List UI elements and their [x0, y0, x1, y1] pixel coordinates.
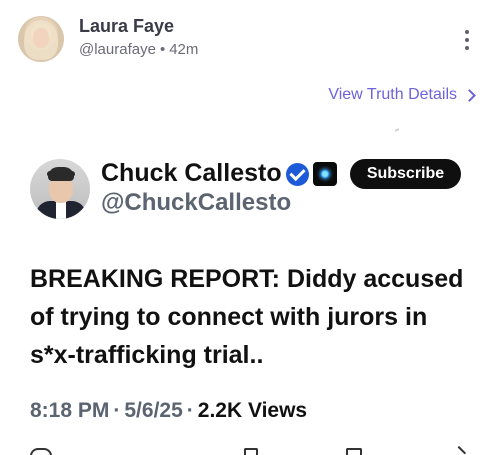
embed-avatar[interactable]: [30, 159, 90, 219]
author-avatar[interactable]: [18, 16, 64, 62]
verified-badge-icon: [286, 163, 309, 186]
avatar-glasses: [47, 171, 75, 177]
post-header: Laura Faye @laurafaye • 42m: [0, 0, 500, 80]
bookmark-icon[interactable]: [451, 445, 467, 455]
subscribe-button[interactable]: Subscribe: [350, 159, 461, 189]
action-bar: [0, 444, 500, 455]
post-date: 5/6/25: [124, 399, 183, 422]
divider-mark: [394, 128, 400, 132]
author-handle[interactable]: @laurafaye: [79, 41, 156, 58]
embed-author-name[interactable]: Chuck Callesto: [101, 159, 282, 188]
embed-author-handle[interactable]: @ChuckCallesto: [101, 189, 291, 217]
more-vertical-icon[interactable]: [458, 28, 476, 52]
reply-icon[interactable]: [30, 448, 52, 455]
post-meta: 8:18 PM · 5/6/25 · 2.2K Views: [30, 399, 307, 423]
author-meta: @laurafaye • 42m: [79, 41, 198, 58]
embedded-post[interactable]: Chuck Callesto Subscribe @ChuckCallesto …: [0, 145, 500, 455]
meta-separator: •: [159, 41, 166, 58]
share-icon[interactable]: [346, 448, 362, 455]
post-timestamp: 42m: [169, 41, 199, 58]
avatar-face: [33, 28, 49, 48]
chevron-right-icon: [463, 89, 476, 102]
view-count[interactable]: 2.2K Views: [198, 399, 307, 422]
ai-chip-icon: [313, 162, 337, 186]
repost-icon[interactable]: [244, 448, 258, 455]
details-link-label: View Truth Details: [328, 86, 457, 103]
post-headline: BREAKING REPORT: Diddy accused of trying…: [30, 265, 464, 369]
meta-separator: ·: [186, 399, 194, 422]
author-name[interactable]: Laura Faye: [79, 16, 174, 37]
post-time: 8:18 PM: [30, 399, 110, 422]
view-truth-details-link[interactable]: View Truth Details: [328, 86, 476, 104]
meta-separator: ·: [113, 399, 121, 422]
avatar-shirt: [56, 201, 66, 219]
